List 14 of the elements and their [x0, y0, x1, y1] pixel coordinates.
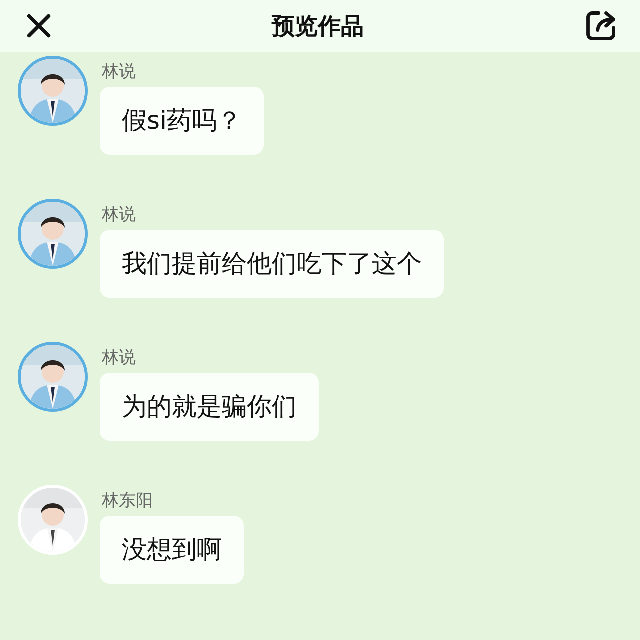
page-title: 预览作品: [272, 12, 364, 42]
close-icon[interactable]: [26, 13, 52, 39]
message-bubble: 为的就是骗你们: [100, 373, 319, 441]
sender-name: 林东阳: [102, 490, 153, 512]
avatar[interactable]: [18, 342, 88, 412]
message-bubble: 没想到啊: [100, 516, 244, 584]
message-bubble: 我们提前给他们吃下了这个: [100, 230, 444, 298]
sender-name: 林说: [102, 347, 136, 369]
message-bubble: 假si药吗？: [100, 87, 264, 155]
sender-name: 林说: [102, 204, 136, 226]
avatar[interactable]: [18, 56, 88, 126]
sender-name: 林说: [102, 61, 136, 83]
share-icon[interactable]: [584, 9, 618, 43]
avatar[interactable]: [18, 199, 88, 269]
